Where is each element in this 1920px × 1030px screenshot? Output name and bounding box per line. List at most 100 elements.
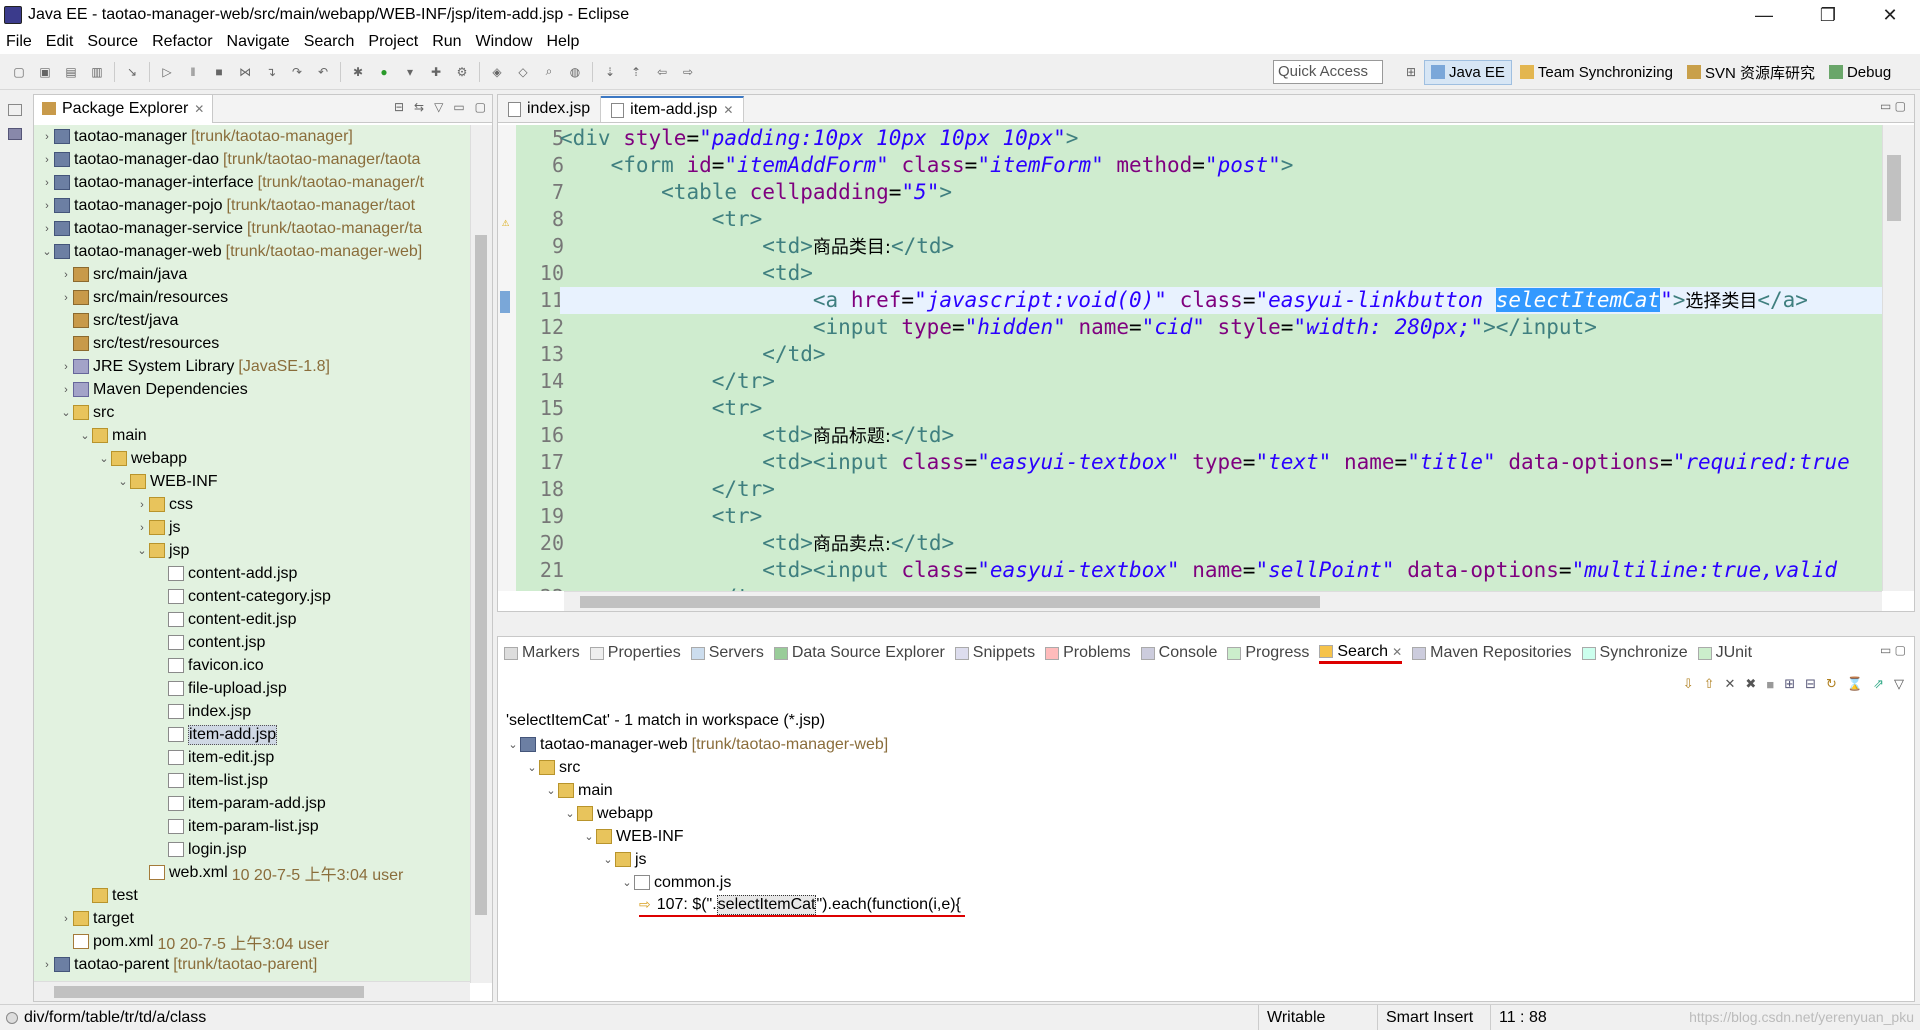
skip-breakpoints-icon[interactable]: ↘ [123,64,141,80]
chevron-down-icon[interactable]: ⌄ [97,452,111,465]
code-line[interactable]: <div style="padding:10px 10px 10px 10px"… [560,125,1882,152]
editor-hscroll[interactable] [564,591,1882,611]
code-line[interactable]: <td>商品类目:</td> [560,233,1882,260]
tab-junit[interactable]: JUnit [1697,644,1752,662]
view-menu-icon[interactable]: ▽ [434,100,443,114]
chevron-right-icon[interactable]: › [135,522,149,534]
tree-item[interactable]: content-category.jsp [34,585,470,608]
search-icon[interactable]: ⌕ [540,64,558,80]
remove-match-icon[interactable]: ✕ [1725,676,1736,692]
menu-edit[interactable]: Edit [46,33,74,51]
expand-all-icon[interactable]: ⊞ [1784,676,1795,692]
tree-item[interactable]: src/test/java [34,309,470,332]
run-dropdown-icon[interactable]: ▾ [401,64,419,80]
tab-snippets[interactable]: Snippets [954,644,1035,662]
menu-navigate[interactable]: Navigate [227,33,290,51]
tab-servers[interactable]: Servers [690,644,764,662]
code-line[interactable]: </td> [560,341,1882,368]
tree-item[interactable]: test [34,884,470,907]
prev-annotation-icon[interactable]: ⇡ [627,64,645,80]
collapse-all-icon[interactable]: ⊟ [394,100,404,114]
tree-item[interactable]: item-edit.jsp [34,746,470,769]
menu-help[interactable]: Help [546,33,579,51]
tree-item[interactable]: › taotao-manager [trunk/taotao-manager] [34,125,470,148]
panel-min-max-icon[interactable]: ▭ ▢ [1880,643,1906,657]
chevron-down-icon[interactable]: ⌄ [40,245,54,258]
chevron-down-icon[interactable]: ⌄ [78,429,92,442]
tab-data-source-explorer[interactable]: Data Source Explorer [773,644,945,662]
tree-item[interactable]: login.jsp [34,838,470,861]
search-result-node[interactable]: ⌄ taotao-manager-web [trunk/taotao-manager… [498,733,1914,756]
menu-run[interactable]: Run [432,33,461,51]
code-line[interactable]: <input type="hidden" name="cid" style="w… [560,314,1882,341]
tab-search[interactable]: Search ✕ [1319,643,1403,664]
tree-item[interactable]: src/test/resources [34,332,470,355]
perspective-svn[interactable]: SVN 资源库研究 [1681,59,1821,86]
tree-item[interactable]: item-param-list.jsp [34,815,470,838]
chevron-right-icon[interactable]: › [59,384,73,396]
search-result-node[interactable]: ⌄ js [498,848,1914,871]
tree-item[interactable]: item-add.jsp [34,723,470,746]
close-icon[interactable]: ✕ [723,103,733,117]
code-line[interactable]: <td> [560,260,1882,287]
chevron-down-icon[interactable]: ⌄ [582,830,596,843]
perspective-team-sync[interactable]: Team Synchronizing [1514,61,1679,84]
tree-item[interactable]: ⌄ WEB-INF [34,470,470,493]
refresh-search-icon[interactable]: ↻ [1826,676,1837,692]
close-icon[interactable]: ✕ [194,102,204,116]
tree-item[interactable]: › taotao-manager-interface [trunk/taotao-m… [34,171,470,194]
code-line[interactable]: <td>商品卖点:</td> [560,530,1882,557]
code-line[interactable]: <td><input class="easyui-textbox" name="… [560,557,1882,584]
tree-item[interactable]: content.jsp [34,631,470,654]
search-result-node[interactable]: ⌄ webapp [498,802,1914,825]
tab-package-explorer[interactable]: Package Explorer ✕ [34,94,214,123]
new-server-icon[interactable]: ⚙ [453,64,471,80]
remove-all-matches-icon[interactable]: ✖ [1745,676,1756,692]
menu-source[interactable]: Source [87,33,138,51]
view-menu-icon[interactable]: ▽ [1894,676,1904,692]
search-result-node[interactable]: ⌄ src [498,756,1914,779]
tab-properties[interactable]: Properties [589,644,681,662]
code-line[interactable]: </tr> [560,476,1882,503]
tree-item[interactable]: › target [34,907,470,930]
tree-item[interactable]: › taotao-manager-pojo [trunk/taotao-manage… [34,194,470,217]
tab-progress[interactable]: Progress [1227,644,1309,662]
tree-item[interactable]: › src/main/java [34,263,470,286]
globe-icon[interactable]: ◍ [566,64,584,80]
code-line[interactable]: <table cellpadding="5"> [560,179,1882,206]
new-icon[interactable]: ▢ [10,64,28,80]
chevron-down-icon[interactable]: ⌄ [135,544,149,557]
tree-item[interactable]: web.xml 10 20-7-5 上午3:04 user [34,861,470,884]
tree-item[interactable]: ⌄ src [34,401,470,424]
resume-icon[interactable]: ▷ [158,64,176,80]
chevron-right-icon[interactable]: › [59,913,73,925]
chevron-down-icon[interactable]: ⌄ [544,784,558,797]
code-line[interactable]: <form id="itemAddForm" class="itemForm" … [560,152,1882,179]
restore-button[interactable]: ❐ [1800,0,1856,30]
open-perspective-icon[interactable]: ⊞ [1402,64,1420,80]
chevron-right-icon[interactable]: › [59,292,73,304]
search-match-row[interactable]: ⇨ 107: $(". selectItemCat ").each(function(… [498,894,1914,917]
debug-icon[interactable]: ✱ [349,64,367,80]
tab-maven-repositories[interactable]: Maven Repositories [1412,644,1572,662]
menu-file[interactable]: File [6,33,32,51]
code-line[interactable]: </tr> [560,368,1882,395]
chevron-right-icon[interactable]: › [40,154,54,166]
prev-match-icon[interactable]: ⇧ [1704,676,1715,692]
chevron-right-icon[interactable]: › [40,223,54,235]
chevron-right-icon[interactable]: › [40,177,54,189]
tree-item[interactable]: file-upload.jsp [34,677,470,700]
tree-item[interactable]: content-add.jsp [34,562,470,585]
code-line[interactable]: <tr> [560,395,1882,422]
editor-vscroll[interactable] [1882,125,1914,591]
tree-item[interactable]: ⌄ jsp [34,539,470,562]
outline-icon[interactable] [8,128,22,140]
tree-item[interactable]: ⌄ taotao-manager-web [trunk/taotao-manager… [34,240,470,263]
perspective-debug[interactable]: Debug [1823,61,1897,84]
tree-item[interactable]: pom.xml 10 20-7-5 上午3:04 user [34,930,470,953]
link-editor-icon[interactable]: ⇆ [414,100,424,114]
tree-item[interactable]: › taotao-manager-service [trunk/taotao-man… [34,217,470,240]
perspective-java-ee[interactable]: Java EE [1424,59,1512,85]
code-line[interactable]: <td><input class="easyui-textbox" type="… [560,449,1882,476]
step-over-icon[interactable]: ↷ [288,64,306,80]
